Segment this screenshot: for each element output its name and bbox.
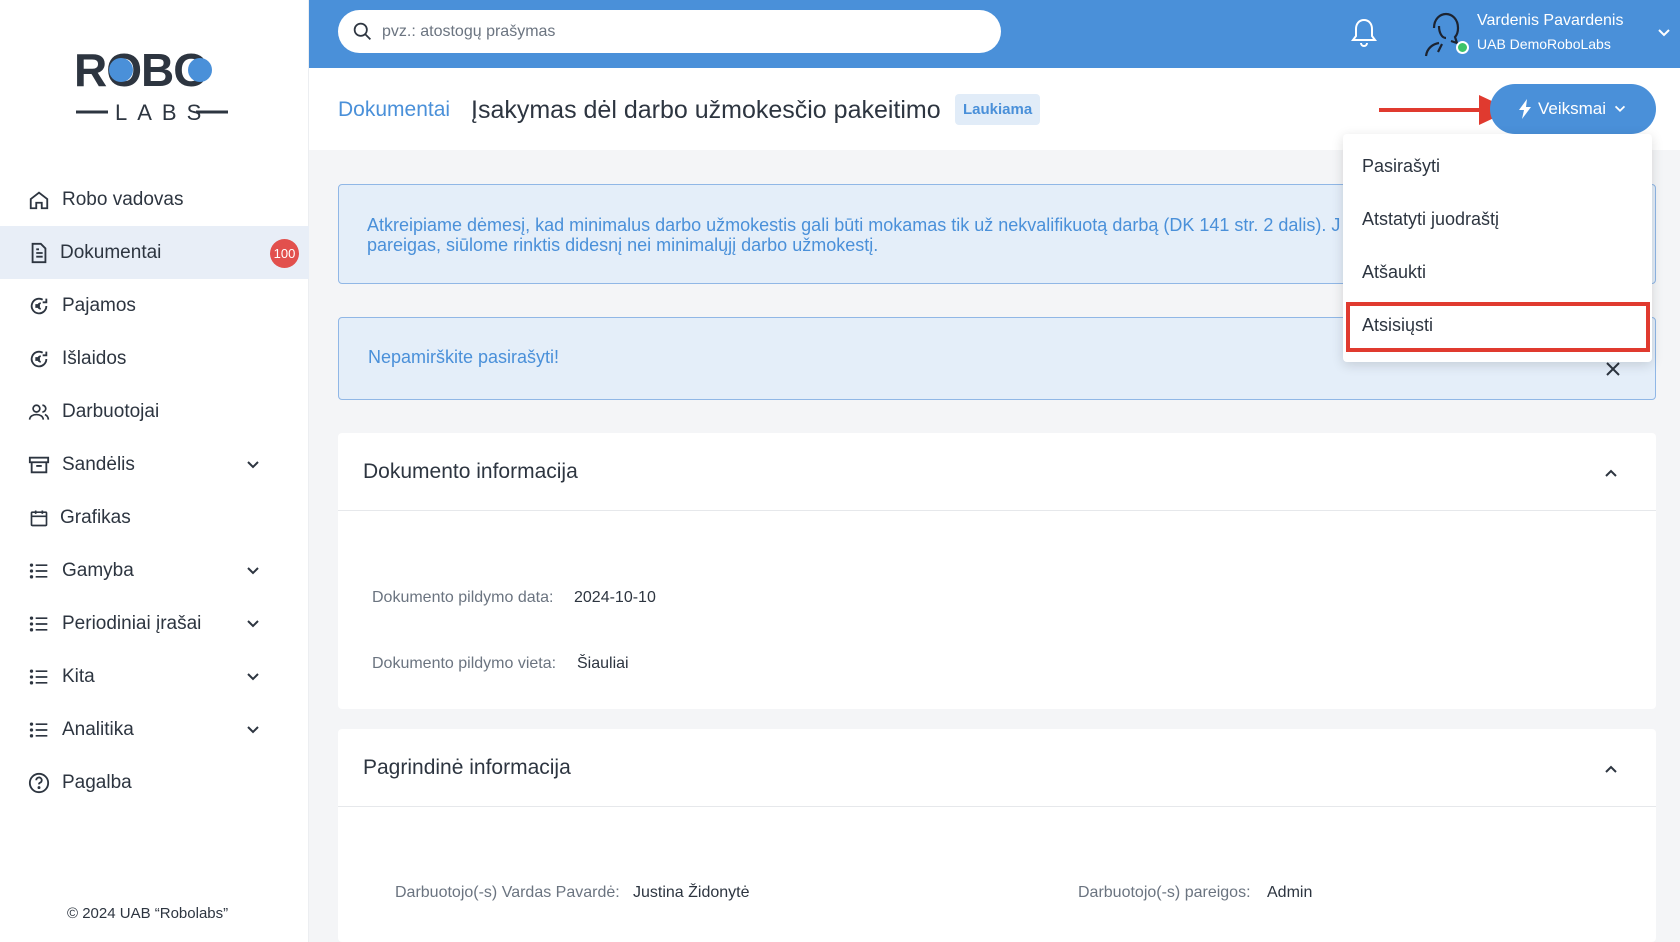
sidebar-item-label: Sandėlis (62, 453, 135, 475)
menu-item-atstatyti-juodrasti[interactable]: Atstatyti juodraštį (1343, 193, 1652, 246)
sidebar-item-label: Periodiniai įrašai (62, 612, 202, 634)
notification-count-badge: 100 (270, 239, 299, 268)
sidebar-item-kita[interactable]: Kita (0, 650, 309, 703)
sidebar: ROBO LABS Robo vadovas Dokumentai 100 Pa… (0, 0, 309, 942)
page-title: Įsakymas dėl darbo užmokesčio pakeitimo (471, 96, 941, 124)
archive-icon (28, 454, 50, 476)
list-icon (28, 560, 50, 582)
search-input[interactable] (382, 22, 982, 41)
euro-coin-icon (28, 295, 50, 317)
status-badge: Laukiama (955, 94, 1041, 125)
sidebar-item-sandelis[interactable]: Sandėlis (0, 438, 309, 491)
chevron-down-icon[interactable] (1655, 24, 1673, 42)
chevron-down-icon (247, 461, 259, 469)
field-value: 2024-10-10 (574, 589, 656, 606)
document-info-card: Dokumento informacija Dokumento pildymo … (338, 433, 1656, 709)
user-company[interactable]: UAB DemoRoboLabs (1477, 36, 1611, 52)
card-title: Dokumento informacija (363, 460, 578, 483)
sidebar-nav: Robo vadovas Dokumentai 100 Pajamos Išla… (0, 173, 309, 809)
logo-top-text: ROBO (74, 44, 208, 96)
home-icon (28, 189, 50, 211)
actions-button[interactable]: Veiksmai (1490, 84, 1656, 134)
sidebar-item-label: Robo vadovas (62, 188, 184, 210)
field-label: Dokumento pildymo vieta: (372, 655, 557, 672)
menu-item-atsaukti[interactable]: Atšaukti (1343, 246, 1652, 299)
lightning-icon (1518, 99, 1531, 119)
field-value: Admin (1267, 884, 1313, 901)
sidebar-item-periodiniai-irasai[interactable]: Periodiniai įrašai (0, 597, 309, 650)
sidebar-item-dokumentai[interactable]: Dokumentai 100 (0, 226, 309, 279)
robolabs-logo[interactable]: ROBO LABS (74, 44, 230, 124)
main-info-card: Pagrindinė informacija Darbuotojo(-s) Va… (338, 729, 1656, 942)
help-icon (28, 772, 50, 794)
reminder-alert-text: Nepamirškite pasirašyti! (368, 347, 560, 367)
sidebar-item-analitika[interactable]: Analitika (0, 703, 309, 756)
actions-button-label: Veiksmai (1537, 99, 1607, 118)
card-title: Pagrindinė informacija (363, 756, 571, 779)
sidebar-item-label: Dokumentai (60, 241, 162, 263)
chevron-up-icon[interactable] (1602, 464, 1620, 482)
chevron-down-icon (247, 726, 259, 734)
sidebar-item-label: Darbuotojai (62, 400, 160, 422)
sidebar-item-robo-vadovas[interactable]: Robo vadovas (0, 173, 309, 226)
sidebar-item-label: Grafikas (60, 506, 131, 528)
users-icon (28, 401, 50, 423)
online-status-dot (1456, 41, 1469, 54)
copyright-text: © 2024 UAB “Robolabs” (67, 905, 229, 922)
euro-coin-icon (28, 348, 50, 370)
main-info-header[interactable]: Pagrindinė informacija (338, 729, 1656, 807)
sidebar-item-label: Analitika (62, 718, 134, 740)
actions-dropdown-menu: Pasirašyti Atstatyti juodraštį Atšaukti … (1343, 134, 1652, 362)
document-icon (28, 242, 50, 264)
search-box[interactable] (338, 10, 1001, 53)
red-highlight-box (1346, 302, 1650, 352)
menu-item-pasirasyti[interactable]: Pasirašyti (1343, 140, 1652, 193)
field-label: Darbuotojo(-s) Vardas Pavardė: (395, 884, 620, 901)
sidebar-item-label: Pajamos (62, 294, 136, 316)
breadcrumb-dokumentai[interactable]: Dokumentai (338, 98, 450, 122)
chevron-up-icon[interactable] (1602, 760, 1620, 778)
field-value: Šiauliai (577, 655, 629, 672)
search-icon (353, 22, 371, 40)
chevron-down-icon (1614, 105, 1626, 113)
sidebar-item-label: Kita (62, 665, 95, 687)
logo-bottom-text: LABS (115, 100, 211, 124)
calendar-icon (28, 507, 50, 529)
bell-icon[interactable] (1349, 16, 1379, 48)
list-icon (28, 613, 50, 635)
top-bar: Vardenis Pavardenis UAB DemoRoboLabs (309, 0, 1680, 68)
field-label: Darbuotojo(-s) pareigos: (1078, 884, 1251, 901)
sidebar-item-pagalba[interactable]: Pagalba (0, 756, 309, 809)
list-icon (28, 719, 50, 741)
sidebar-item-islaidos[interactable]: Išlaidos (0, 332, 309, 385)
sidebar-item-label: Pagalba (62, 771, 132, 793)
list-icon (28, 666, 50, 688)
sidebar-item-pajamos[interactable]: Pajamos (0, 279, 309, 332)
close-icon[interactable] (1604, 360, 1622, 378)
chevron-down-icon (247, 620, 259, 628)
document-info-header[interactable]: Dokumento informacija (338, 433, 1656, 511)
field-value: Justina Židonytė (633, 884, 750, 901)
sidebar-item-grafikas[interactable]: Grafikas (0, 491, 309, 544)
sidebar-item-label: Išlaidos (62, 347, 127, 369)
field-label: Dokumento pildymo data: (372, 589, 554, 606)
user-name[interactable]: Vardenis Pavardenis (1477, 12, 1623, 30)
chevron-down-icon (247, 673, 259, 681)
sidebar-item-gamyba[interactable]: Gamyba (0, 544, 309, 597)
chevron-down-icon (247, 567, 259, 575)
sidebar-item-label: Gamyba (62, 559, 134, 581)
sidebar-item-darbuotojai[interactable]: Darbuotojai (0, 385, 309, 438)
